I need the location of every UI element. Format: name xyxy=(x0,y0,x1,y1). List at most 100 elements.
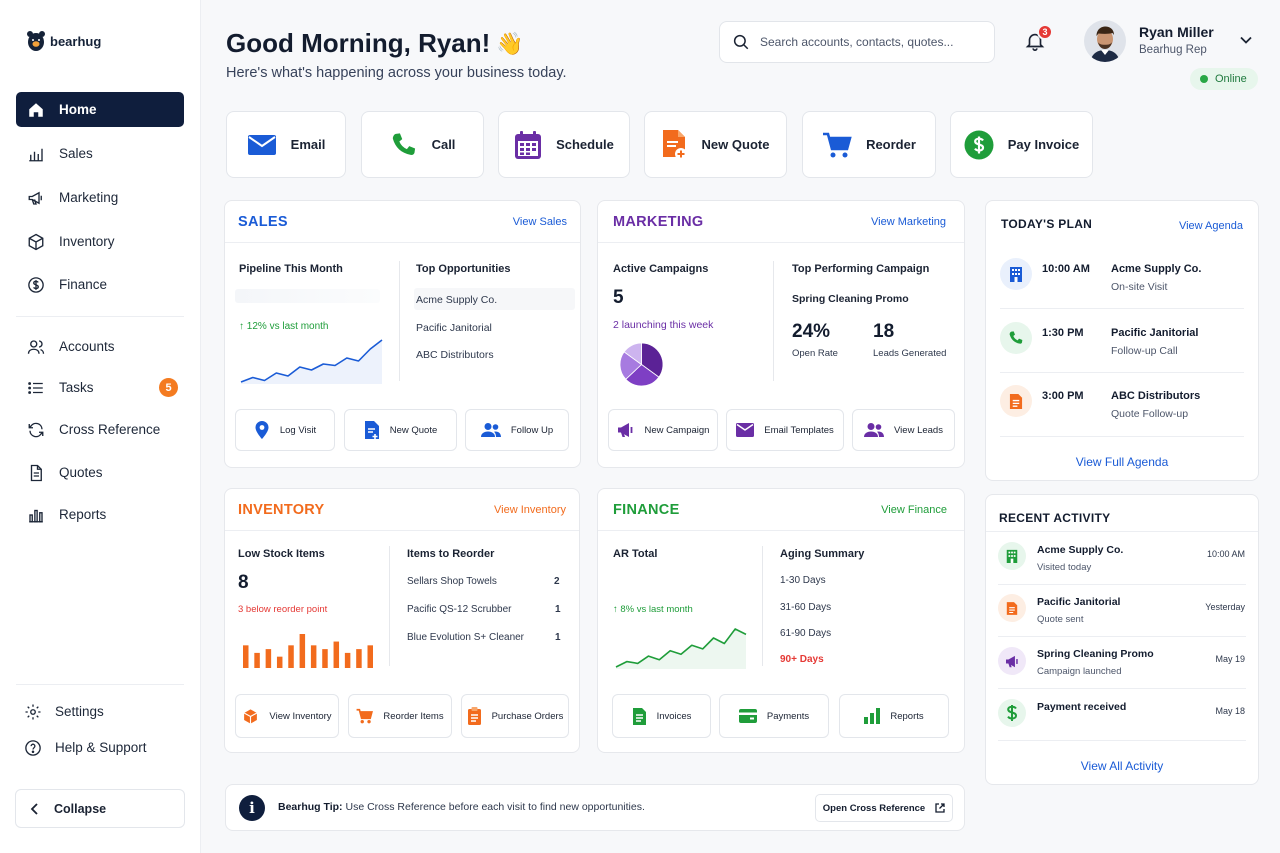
sidebar-item-label: Cross Reference xyxy=(59,422,161,437)
quick-action-label: Schedule xyxy=(556,137,614,152)
activity-time: Yesterday xyxy=(1205,602,1245,612)
open-cross-reference-button[interactable]: Open Cross Reference xyxy=(815,794,953,822)
user-name: Ryan Miller xyxy=(1139,24,1214,40)
pipeline-label: Pipeline This Month xyxy=(239,263,343,275)
aging-bucket[interactable]: 1-30 Days xyxy=(780,575,826,586)
finance-trend: ↑ 8% vs last month xyxy=(613,604,693,615)
sidebar-item-home[interactable]: Home xyxy=(16,92,184,127)
open-rate-value: 24% xyxy=(792,321,831,342)
activity-name[interactable]: Payment received xyxy=(1037,701,1126,713)
opportunity-item[interactable]: Pacific Janitorial xyxy=(416,322,492,334)
new-campaign-label: New Campaign xyxy=(644,424,710,436)
notifications-button[interactable]: 3 xyxy=(1024,24,1053,54)
email-templates-button[interactable]: Email Templates xyxy=(726,409,844,451)
opportunity-item[interactable]: ABC Distributors xyxy=(416,349,494,361)
avatar[interactable] xyxy=(1084,20,1126,62)
opportunity-item[interactable]: Acme Supply Co. xyxy=(416,294,497,306)
gear-icon xyxy=(23,702,43,722)
sidebar-item-help[interactable]: Help & Support xyxy=(13,730,181,765)
view-all-activity-link[interactable]: View All Activity xyxy=(986,757,1258,775)
email-button[interactable]: Email xyxy=(226,111,346,178)
quick-action-label: Reorder xyxy=(866,137,916,152)
waving-hand-icon: 👋 xyxy=(496,30,524,56)
view-sales-link[interactable]: View Sales xyxy=(513,216,567,228)
sidebar-item-marketing[interactable]: Marketing xyxy=(16,180,184,215)
aging-bucket[interactable]: 31-60 Days xyxy=(780,602,831,613)
collapse-button[interactable]: Collapse xyxy=(15,789,185,828)
view-inventory-link[interactable]: View Inventory xyxy=(494,504,566,516)
user-menu-chevron-icon[interactable] xyxy=(1240,36,1252,44)
cart-icon xyxy=(356,708,374,724)
tip-bar: i Bearhug Tip: Use Cross Reference befor… xyxy=(225,784,965,831)
search-bar[interactable]: Search accounts, contacts, quotes... xyxy=(719,21,995,63)
bar xyxy=(254,652,260,668)
view-all-activity-text: View All Activity xyxy=(1080,759,1164,773)
bar xyxy=(367,645,373,668)
sidebar-item-cross-reference[interactable]: Cross Reference xyxy=(16,412,184,447)
call-button[interactable]: Call xyxy=(361,111,484,178)
finance-reports-button[interactable]: Reports xyxy=(839,694,949,738)
building-icon xyxy=(1000,258,1032,290)
reorder-items-button[interactable]: Reorder Items xyxy=(348,694,452,738)
payments-label: Payments xyxy=(766,710,810,722)
activity-name[interactable]: Spring Cleaning Promo xyxy=(1037,648,1154,660)
purchase-orders-button[interactable]: Purchase Orders xyxy=(461,694,569,738)
active-campaigns-value: 5 xyxy=(613,287,624,308)
sidebar-item-finance[interactable]: Finance xyxy=(16,267,184,302)
sidebar-item-quotes[interactable]: Quotes xyxy=(16,455,184,490)
reorder-items-label: Reorder Items xyxy=(383,710,444,722)
reorder-item-name[interactable]: Pacific QS-12 Scrubber xyxy=(407,604,512,615)
reorder-item-name[interactable]: Blue Evolution S+ Cleaner xyxy=(407,632,524,643)
search-input[interactable]: Search accounts, contacts, quotes... xyxy=(760,35,953,49)
pay-invoice-button[interactable]: Pay Invoice xyxy=(950,111,1093,178)
building-icon xyxy=(998,542,1026,570)
schedule-button[interactable]: Schedule xyxy=(498,111,630,178)
view-finance-link[interactable]: View Finance xyxy=(881,504,951,516)
reorder-item-qty: 1 xyxy=(555,632,561,643)
dollar-icon xyxy=(964,130,994,160)
box-icon xyxy=(26,232,46,252)
app-logo[interactable]: bearhug xyxy=(26,30,101,52)
follow-up-button[interactable]: Follow Up xyxy=(465,409,569,451)
new-quote-button[interactable]: New Quote xyxy=(644,111,787,178)
top-campaign-name: Spring Cleaning Promo xyxy=(792,293,909,305)
sidebar-item-settings[interactable]: Settings xyxy=(13,694,181,729)
inventory-card-header: INVENTORY View Inventory xyxy=(225,489,579,531)
megaphone-icon xyxy=(617,422,635,438)
invoices-button[interactable]: Invoices xyxy=(612,694,711,738)
log-visit-button[interactable]: Log Visit xyxy=(235,409,335,451)
aging-bucket[interactable]: 61-90 Days xyxy=(780,628,831,639)
leads-value: 18 xyxy=(873,321,895,342)
finance-trend-text: 8% vs last month xyxy=(620,604,693,615)
aging-bucket-overdue[interactable]: 90+ Days xyxy=(780,654,824,665)
reorder-button[interactable]: Reorder xyxy=(802,111,936,178)
reorder-item-name[interactable]: Sellars Shop Towels xyxy=(407,576,497,587)
activity-name[interactable]: Pacific Janitorial xyxy=(1037,596,1120,608)
plan-name: ABC Distributors xyxy=(1111,390,1201,402)
sidebar-item-inventory[interactable]: Inventory xyxy=(16,224,184,259)
sidebar-item-label: Settings xyxy=(55,704,104,719)
users-icon xyxy=(480,422,501,438)
inventory-card: INVENTORY View Inventory Low Stock Items… xyxy=(224,488,580,753)
payments-button[interactable]: Payments xyxy=(719,694,829,738)
plan-name: Acme Supply Co. xyxy=(1111,263,1202,275)
view-full-agenda-link[interactable]: View Full Agenda xyxy=(986,453,1258,471)
sales-trend-text: 12% vs last month xyxy=(246,321,329,332)
view-agenda-link[interactable]: View Agenda xyxy=(1179,216,1243,234)
sidebar-item-reports[interactable]: Reports xyxy=(16,497,184,532)
low-stock-value: 8 xyxy=(238,572,249,593)
view-leads-label: View Leads xyxy=(894,424,943,436)
sales-new-quote-button[interactable]: New Quote xyxy=(344,409,457,451)
view-inventory-button[interactable]: View Inventory xyxy=(235,694,339,738)
sidebar-item-accounts[interactable]: Accounts xyxy=(16,329,184,364)
view-marketing-link[interactable]: View Marketing xyxy=(871,216,951,228)
finance-card: FINANCE View Finance AR Total ↑ 8% vs la… xyxy=(597,488,965,753)
sidebar-item-tasks[interactable]: Tasks 5 xyxy=(16,370,184,405)
home-icon xyxy=(26,100,46,120)
marketing-card-header: MARKETING View Marketing xyxy=(598,201,964,243)
sidebar-item-sales[interactable]: Sales xyxy=(16,136,184,171)
new-campaign-button[interactable]: New Campaign xyxy=(608,409,718,451)
status-label: Online xyxy=(1215,73,1247,85)
view-leads-button[interactable]: View Leads xyxy=(852,409,955,451)
activity-name[interactable]: Acme Supply Co. xyxy=(1037,544,1123,556)
